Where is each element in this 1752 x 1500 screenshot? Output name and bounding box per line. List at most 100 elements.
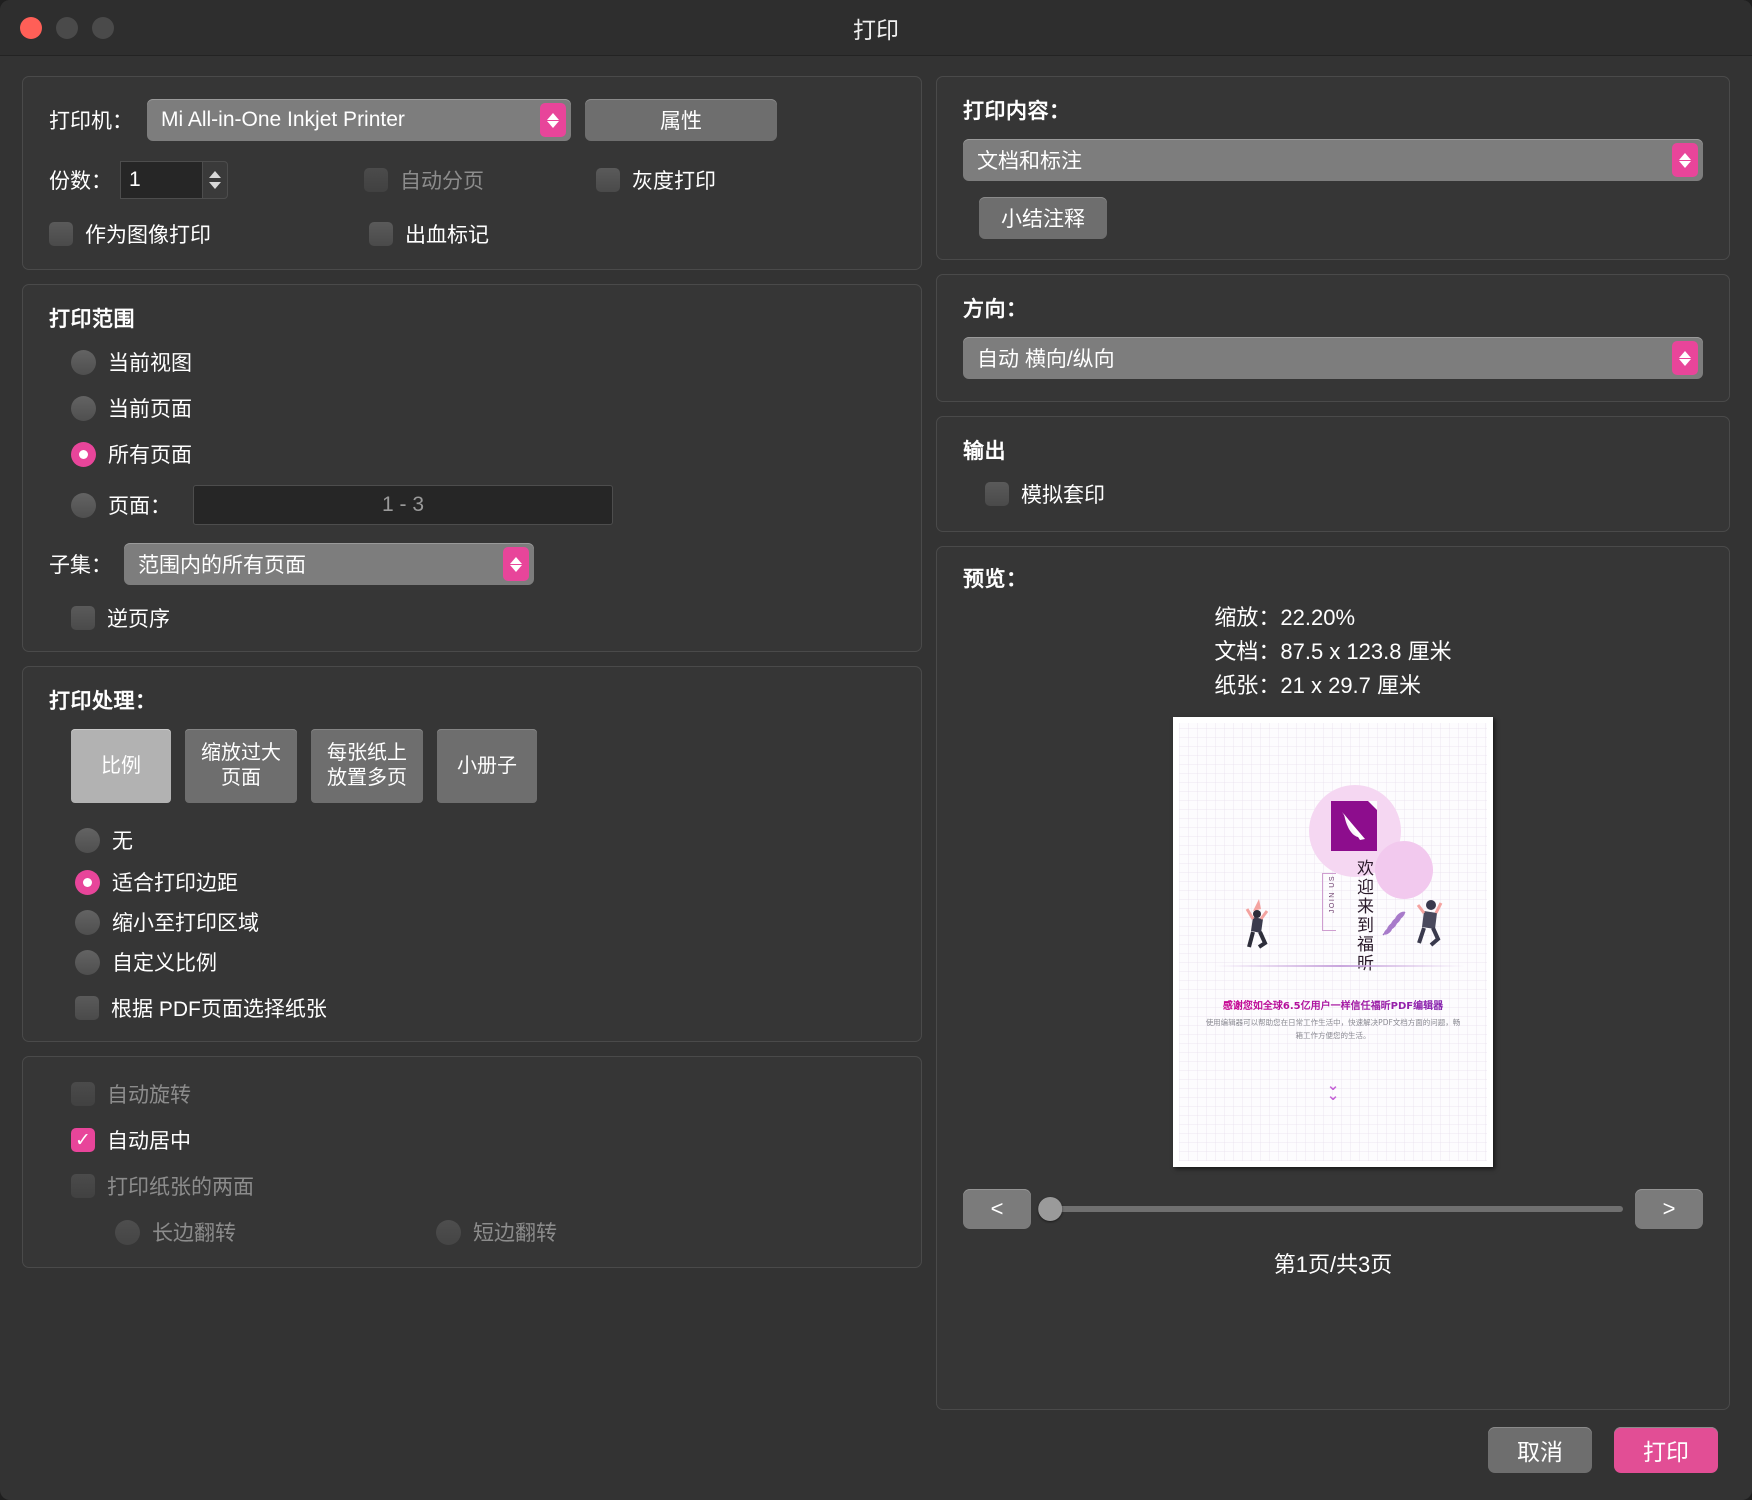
choose-paper-row[interactable]: 根据 PDF页面选择纸张: [75, 993, 895, 1023]
auto-center-row[interactable]: 自动居中: [71, 1125, 895, 1155]
minimize-button-icon[interactable]: [56, 17, 78, 39]
bleed-marks-row[interactable]: 出血标记: [369, 219, 489, 249]
print-content-select[interactable]: 文档和标注: [963, 139, 1703, 181]
scale-option-none[interactable]: 无: [75, 825, 895, 855]
printer-label: 打印机：: [49, 105, 133, 135]
subset-select[interactable]: 范围内的所有页面: [124, 543, 534, 585]
rotate-duplex-group: 自动旋转 自动居中 打印纸张的两面 长边翻转: [22, 1056, 922, 1268]
range-option-current-page[interactable]: 当前页面: [71, 393, 895, 423]
next-page-button[interactable]: >: [1635, 1189, 1703, 1229]
print-as-image-checkbox[interactable]: [49, 222, 73, 246]
scale-option-fit-margins[interactable]: 适合打印边距: [75, 867, 895, 897]
orientation-title: 方向：: [963, 293, 1703, 323]
radio-scale-shrink[interactable]: [75, 910, 100, 935]
handling-tabs: 比例 缩放过大 页面 每张纸上 放置多页 小册子: [71, 729, 895, 803]
tab-booklet[interactable]: 小册子: [437, 729, 537, 803]
radio-flip-long-edge[interactable]: [115, 1220, 140, 1245]
range-option-label-1: 当前页面: [108, 393, 192, 423]
auto-rotate-checkbox[interactable]: [71, 1082, 95, 1106]
left-column: 打印机： Mi All-in-One Inkjet Printer 属性 份数：: [22, 76, 922, 1410]
window-controls: [20, 17, 114, 39]
chevron-down-icon: ⌄⌄: [1179, 1081, 1487, 1100]
chevron-updown-icon[interactable]: [1672, 341, 1698, 375]
print-as-image-row[interactable]: 作为图像打印: [49, 219, 211, 249]
slider-knob[interactable]: [1038, 1197, 1062, 1221]
radio-flip-short-edge[interactable]: [436, 1220, 461, 1245]
copies-input[interactable]: [120, 161, 202, 199]
person-left-illustration: [1241, 895, 1275, 955]
collate-checkbox-row[interactable]: 自动分页: [364, 165, 484, 195]
choose-paper-checkbox[interactable]: [75, 996, 99, 1020]
copies-stepper[interactable]: [120, 161, 228, 199]
scale-option-label-2: 缩小至打印区域: [112, 907, 259, 937]
subset-select-value: 范围内的所有页面: [138, 549, 306, 579]
collate-checkbox[interactable]: [364, 168, 388, 192]
pages-input[interactable]: 1 - 3: [193, 485, 613, 525]
simulate-overprint-checkbox[interactable]: [985, 482, 1009, 506]
auto-rotate-row[interactable]: 自动旋转: [71, 1079, 895, 1109]
duplex-label: 打印纸张的两面: [107, 1171, 254, 1201]
radio-current-view[interactable]: [71, 350, 96, 375]
welcome-vertical-title: 欢迎来到福昕: [1351, 859, 1376, 973]
print-range-group: 打印范围 当前视图 当前页面 所有页面 页面： 1 - 3: [22, 284, 922, 652]
duplex-checkbox[interactable]: [71, 1174, 95, 1198]
tab-multiple-per-sheet[interactable]: 每张纸上 放置多页: [311, 729, 423, 803]
auto-center-checkbox[interactable]: [71, 1128, 95, 1152]
preview-page-thumbnail[interactable]: JOIN US 欢迎来到福昕: [1173, 717, 1493, 1167]
print-content-title: 打印内容：: [963, 95, 1703, 125]
print-button[interactable]: 打印: [1614, 1427, 1718, 1473]
printer-group: 打印机： Mi All-in-One Inkjet Printer 属性 份数：: [22, 76, 922, 270]
print-content-group: 打印内容： 文档和标注 小结注释: [936, 76, 1730, 260]
bleed-marks-checkbox[interactable]: [369, 222, 393, 246]
grayscale-label: 灰度打印: [632, 165, 716, 195]
flip-short-edge-label: 短边翻转: [473, 1217, 557, 1247]
radio-scale-fit-margins[interactable]: [75, 870, 100, 895]
previous-page-button[interactable]: <: [963, 1189, 1031, 1229]
scale-option-shrink[interactable]: 缩小至打印区域: [75, 907, 895, 937]
grayscale-checkbox[interactable]: [596, 168, 620, 192]
preview-title: 预览：: [963, 563, 1703, 593]
radio-all-pages[interactable]: [71, 442, 96, 467]
preview-page-slider[interactable]: [1043, 1206, 1623, 1212]
reverse-pages-row[interactable]: 逆页序: [71, 603, 895, 633]
orientation-select[interactable]: 自动 横向/纵向: [963, 337, 1703, 379]
preview-paper-line: 纸张：21 x 29.7 厘米: [1214, 669, 1451, 703]
radio-current-page[interactable]: [71, 396, 96, 421]
tab-multiple-per-sheet-line2: 放置多页: [327, 766, 407, 791]
radio-pages[interactable]: [71, 493, 96, 518]
reverse-pages-checkbox[interactable]: [71, 606, 95, 630]
decorative-circle-small: [1375, 841, 1433, 899]
print-handling-title: 打印处理：: [49, 685, 895, 715]
range-option-pages[interactable]: 页面： 1 - 3: [71, 485, 895, 525]
bleed-marks-label: 出血标记: [405, 219, 489, 249]
subset-label: 子集：: [49, 549, 112, 579]
duplex-row[interactable]: 打印纸张的两面: [71, 1171, 895, 1201]
maximize-button-icon[interactable]: [92, 17, 114, 39]
range-option-current-view[interactable]: 当前视图: [71, 347, 895, 377]
dialog-footer: 取消 打印: [0, 1410, 1752, 1500]
range-option-all-pages[interactable]: 所有页面: [71, 439, 895, 469]
chevron-updown-icon[interactable]: [503, 547, 529, 581]
radio-scale-none[interactable]: [75, 828, 100, 853]
grayscale-checkbox-row[interactable]: 灰度打印: [596, 165, 716, 195]
flip-short-edge-row[interactable]: 短边翻转: [436, 1217, 557, 1247]
scale-option-custom[interactable]: 自定义比例: [75, 947, 895, 977]
close-button-icon[interactable]: [20, 17, 42, 39]
flip-long-edge-row[interactable]: 长边翻转: [115, 1217, 236, 1247]
preview-nav-row: < >: [963, 1189, 1703, 1229]
copies-spin-icon[interactable]: [202, 161, 228, 199]
cancel-button[interactable]: 取消: [1488, 1427, 1592, 1473]
preview-page-canvas: JOIN US 欢迎来到福昕: [1179, 723, 1487, 1161]
preview-document-line: 文档：87.5 x 123.8 厘米: [1214, 635, 1451, 669]
radio-scale-custom[interactable]: [75, 950, 100, 975]
tab-scale[interactable]: 比例: [71, 729, 171, 803]
tab-oversized-pages[interactable]: 缩放过大 页面: [185, 729, 297, 803]
printer-select[interactable]: Mi All-in-One Inkjet Printer: [147, 99, 571, 141]
summarize-comments-button[interactable]: 小结注释: [979, 197, 1107, 239]
chevron-updown-icon[interactable]: [540, 103, 566, 137]
foxit-document-icon: [1331, 801, 1377, 851]
chevron-updown-icon[interactable]: [1672, 143, 1698, 177]
properties-button[interactable]: 属性: [585, 99, 777, 141]
range-option-label-3: 页面：: [108, 490, 171, 520]
simulate-overprint-row[interactable]: 模拟套印: [985, 479, 1703, 509]
